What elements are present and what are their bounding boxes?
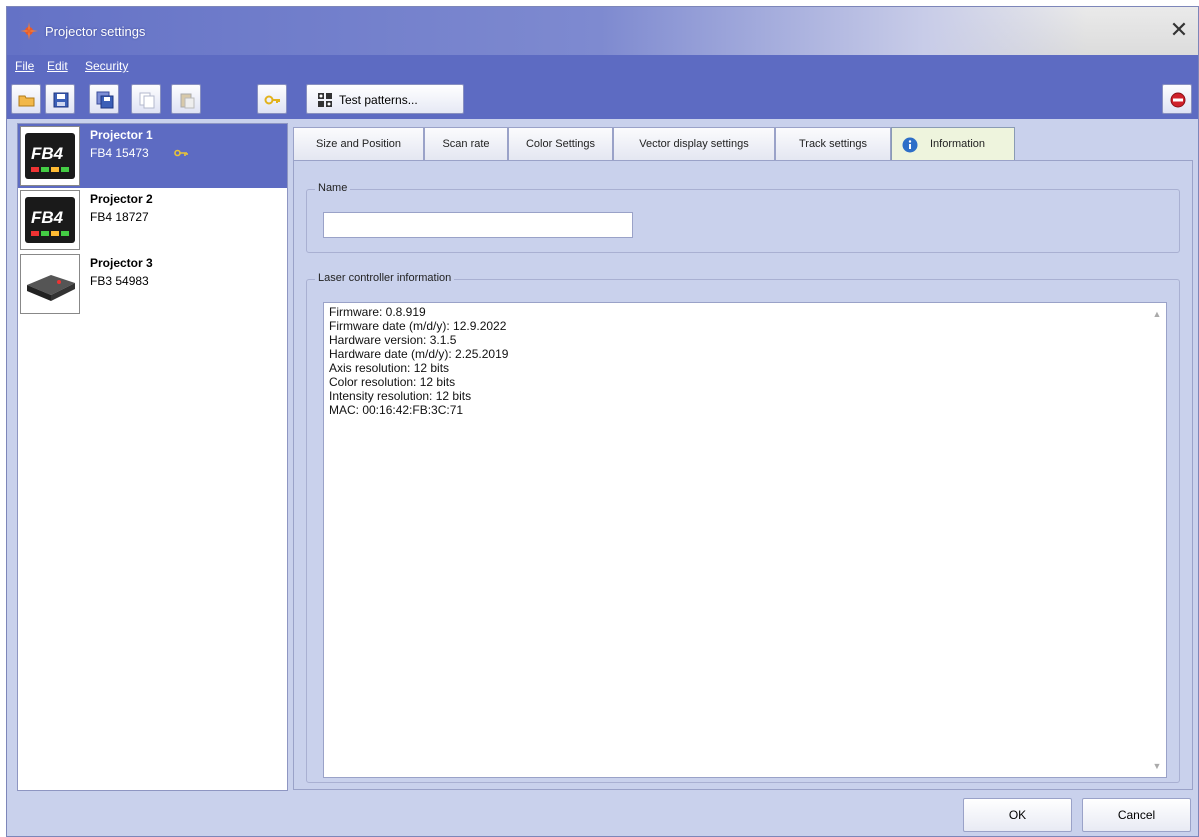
open-icon [18,95,35,107]
projector-serial: FB4 15473 [90,146,149,160]
projector-thumbnail: FB4 [20,190,80,250]
info-line-intensity-resolution: Intensity resolution: 12 bits [329,389,472,403]
tab-track-settings[interactable]: Track settings [775,127,891,161]
copy-icon [139,92,155,109]
tab-color-settings[interactable]: Color Settings [508,127,613,161]
projector-thumbnail: FB4 [20,126,80,186]
info-line-hardware-version: Hardware version: 3.1.5 [329,333,457,347]
tab-vector-display-settings[interactable]: Vector display settings [613,127,775,161]
info-line-firmware: Firmware: 0.8.919 [329,305,426,319]
ok-button[interactable]: OK [963,798,1072,832]
test-patterns-label: Test patterns... [339,93,418,107]
information-panel: Name Laser controller information Firmwa… [293,160,1193,790]
info-line-firmware-date: Firmware date (m/d/y): 12.9.2022 [329,319,507,333]
tab-information[interactable]: Information [891,127,1015,161]
projector-name: Projector 1 [90,128,153,142]
close-icon[interactable]: ✕ [1168,19,1190,41]
stop-button[interactable] [1162,84,1192,114]
info-icon [902,137,918,153]
projector-item-1[interactable]: FB4 Projector 1 FB4 15473 [18,124,287,188]
key-icon [174,149,188,157]
info-line-hardware-date: Hardware date (m/d/y): 2.25.2019 [329,347,509,361]
tab-size-and-position[interactable]: Size and Position [293,127,424,161]
key-icon [264,95,280,105]
fb4-device-icon: FB4 [25,197,75,243]
projector-name: Projector 2 [90,192,153,206]
projector-thumbnail [20,254,80,314]
fb4-device-icon: FB4 [25,133,75,179]
menu-edit[interactable]: Edit [47,59,68,73]
laser-controller-info-title: Laser controller information [315,272,455,284]
info-text-box[interactable]: Firmware: 0.8.919 Firmware date (m/d/y):… [323,302,1167,778]
test-patterns-button[interactable]: Test patterns... [306,84,464,114]
window-title: Projector settings [45,24,146,39]
copy-button[interactable] [131,84,161,114]
projector-settings-window: Projector settings ✕ File Edit Security [6,6,1199,837]
name-group-title: Name [315,182,351,194]
open-button[interactable] [11,84,41,114]
info-line-mac: MAC: 00:16:42:FB:3C:71 [329,403,464,417]
stop-icon [1170,92,1186,108]
info-line-color-resolution: Color resolution: 12 bits [329,375,456,389]
save-as-button[interactable] [89,84,119,114]
paste-button[interactable] [171,84,201,114]
save-icon [53,92,69,108]
tab-information-label: Information [930,138,986,150]
key-button[interactable] [257,84,287,114]
cancel-button[interactable]: Cancel [1082,798,1191,832]
projector-serial: FB3 54983 [90,274,149,288]
test-patterns-icon [318,93,332,107]
save-button[interactable] [45,84,75,114]
scroll-down-icon[interactable]: ▼ [1152,761,1162,771]
menu-file[interactable]: File [15,59,34,73]
fb3-device-icon [27,275,75,301]
scroll-up-icon[interactable]: ▲ [1152,309,1162,319]
laser-controller-info-group: Laser controller information Firmware: 0… [306,272,1180,783]
title-bar-gradient [7,7,1087,55]
name-input[interactable] [323,212,633,238]
projector-badge: FB4 [31,208,64,227]
paste-icon [180,93,195,109]
info-scrollbar[interactable]: ▲ ▼ [1148,303,1166,777]
save-as-icon [96,91,114,109]
tab-scan-rate[interactable]: Scan rate [424,127,508,161]
projector-name: Projector 3 [90,256,153,270]
projector-item-3[interactable]: Projector 3 FB3 54983 [18,252,287,316]
menu-bar: File Edit Security [7,55,1198,79]
info-line-axis-resolution: Axis resolution: 12 bits [329,361,450,375]
projector-badge: FB4 [31,144,64,163]
app-icon [20,22,38,40]
projector-item-2[interactable]: FB4 Projector 2 FB4 18727 [18,188,287,252]
name-group: Name [306,182,1180,253]
settings-tabs: Size and Position Scan rate Color Settin… [293,127,1193,161]
projector-list: FB4 Projector 1 FB4 15473 FB4 Projector … [17,123,288,791]
menu-security[interactable]: Security [85,59,128,73]
toolbar: Test patterns... [7,79,1198,119]
title-bar[interactable]: Projector settings ✕ [7,7,1198,55]
projector-serial: FB4 18727 [90,210,149,224]
